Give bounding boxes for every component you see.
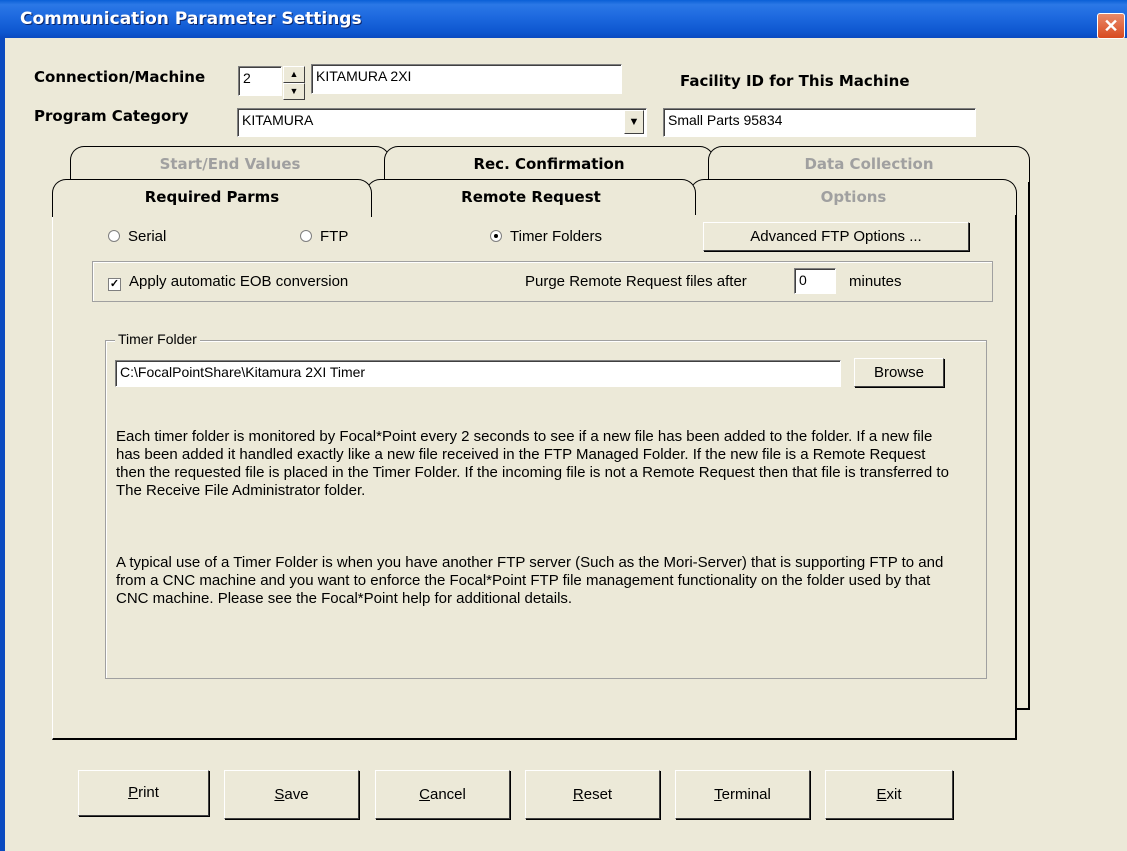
radio-timer-folders[interactable]: Timer Folders [490, 228, 602, 245]
terminal-label: erminal [721, 786, 771, 803]
tab-data-collection: Data Collection [708, 146, 1030, 182]
connection-number-input[interactable]: 2 [238, 66, 282, 96]
terminal-accelerator: T [714, 786, 722, 803]
purge-unit-label: minutes [849, 273, 902, 290]
close-button[interactable]: ✕ [1097, 13, 1125, 39]
radio-serial-label: Serial [128, 228, 167, 245]
timer-folder-group [105, 340, 987, 679]
radio-timer-folders-indicator [490, 230, 502, 242]
tab-start-end-values: Start/End Values [70, 146, 390, 182]
save-accelerator: S [274, 786, 285, 803]
timer-folder-path-input[interactable]: C:\FocalPointShare\Kitamura 2XI Timer [115, 360, 841, 387]
timer-folder-group-label: Timer Folder [115, 331, 200, 347]
facility-id-input[interactable]: Small Parts 95834 [663, 108, 976, 137]
window-title: Communication Parameter Settings [20, 9, 362, 29]
reset-button[interactable]: Reset [525, 770, 660, 819]
connection-spinner: ▲ ▼ [283, 66, 305, 100]
print-label: rint [138, 784, 159, 801]
terminal-button[interactable]: Terminal [675, 770, 810, 819]
tab-required-parms[interactable]: Required Parms [52, 179, 372, 217]
eob-checkbox-label: Apply automatic EOB conversion [129, 273, 349, 290]
dropdown-arrow-icon[interactable]: ▼ [624, 110, 644, 134]
program-category-value: KITAMURA [242, 112, 314, 128]
spin-down-button[interactable]: ▼ [283, 83, 305, 100]
save-button[interactable]: Save [224, 770, 359, 819]
reset-accelerator: R [572, 786, 584, 803]
close-icon: ✕ [1103, 16, 1119, 36]
tab-options: Options [690, 179, 1017, 215]
program-category-label: Program Category [34, 107, 189, 125]
radio-ftp-label: FTP [320, 228, 349, 245]
radio-ftp-indicator [300, 230, 312, 242]
eob-check-icon: ✓ [108, 278, 121, 291]
facility-id-label: Facility ID for This Machine [680, 72, 910, 90]
exit-label: xit [886, 786, 902, 803]
title-bar: Communication Parameter Settings ✕ [0, 0, 1127, 39]
cancel-label: ancel [429, 786, 466, 803]
browse-button[interactable]: Browse [854, 358, 944, 387]
tab-rec-confirmation[interactable]: Rec. Confirmation [384, 146, 714, 182]
window-border [0, 38, 5, 851]
timer-info-paragraph-1: Each timer folder is monitored by Focal*… [116, 428, 949, 499]
advanced-ftp-options-button[interactable]: Advanced FTP Options ... [703, 222, 969, 251]
eob-checkbox[interactable]: ✓ Apply automatic EOB conversion [108, 273, 348, 291]
purge-minutes-input[interactable]: 0 [794, 268, 836, 294]
connection-machine-label: Connection/Machine [34, 68, 206, 86]
print-accelerator: P [128, 784, 139, 801]
radio-serial-indicator [108, 230, 120, 242]
cancel-accelerator: C [419, 786, 430, 803]
timer-info-paragraph-2: A typical use of a Timer Folder is when … [116, 554, 944, 607]
print-button[interactable]: Print [78, 770, 209, 816]
radio-ftp[interactable]: FTP [300, 228, 348, 245]
cancel-button[interactable]: Cancel [375, 770, 510, 819]
exit-accelerator: E [876, 786, 887, 803]
tab-remote-request[interactable]: Remote Request [366, 179, 696, 215]
machine-name-input[interactable]: KITAMURA 2XI [311, 64, 622, 94]
radio-timer-folders-label: Timer Folders [510, 228, 602, 245]
spin-up-button[interactable]: ▲ [283, 66, 305, 83]
reset-label: eset [583, 786, 613, 803]
program-category-select[interactable]: KITAMURA [237, 108, 647, 137]
exit-button[interactable]: Exit [825, 770, 953, 819]
save-label: ave [284, 786, 309, 803]
radio-serial[interactable]: Serial [108, 228, 166, 245]
purge-label: Purge Remote Request files after [525, 273, 747, 290]
